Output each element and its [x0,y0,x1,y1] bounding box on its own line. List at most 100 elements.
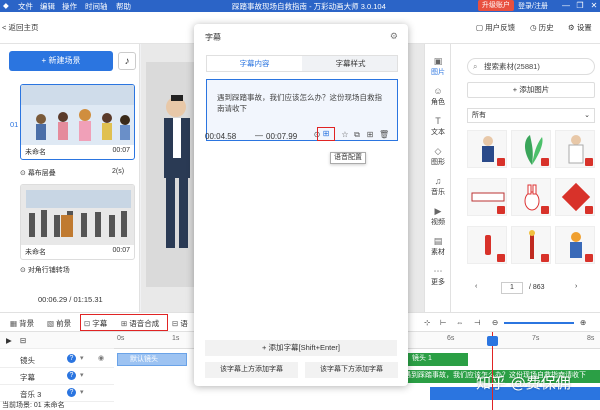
star-icon[interactable]: ☆ [340,130,350,140]
edit-icon[interactable]: ⊹ [424,318,430,327]
asset-tile[interactable] [511,178,551,216]
asset-tile[interactable] [555,130,595,168]
lock-icon[interactable]: ⊟ [20,336,26,345]
delete-icon[interactable]: 🗑 [379,130,389,140]
split-icon[interactable]: ⊢ [440,318,447,327]
insert-icon[interactable]: ⊞ [365,130,375,140]
visibility-icon[interactable]: ◉ [98,354,104,362]
page-input[interactable]: 1 [501,282,523,294]
asset-search-input[interactable]: ⌕ 搜索素材(25881) [467,58,595,75]
marker-icon[interactable]: ⊣ [474,318,481,327]
asset-panel: ⌕ 搜索素材(25881) + 添加图片 所有 ⌄ ‹ 1 / 863 › [450,44,600,312]
close-icon[interactable]: ✕ [588,0,600,12]
copy-icon[interactable]: ⧉ [352,130,362,140]
scene-thumbnail[interactable]: 未命名 00:07 [20,84,135,160]
transition-item[interactable]: ⊙ 幕布层叠 2(s) [20,168,124,178]
menu-file[interactable]: 文件 [18,1,33,12]
move-icon[interactable]: ⇔ [456,318,464,327]
asset-category-bar: ▣ 图片 ☺ 角色 T 文本 ◇ 图形 ♫ 音乐 ▶ 视频 ▤ 素材 ⋯ 更多 [424,44,450,312]
current-time: 00:06.29 [38,295,68,304]
category-characters[interactable]: ☺ 角色 [425,86,451,107]
asset-filter-select[interactable]: 所有 ⌄ [467,108,595,123]
time-separator: — [255,131,263,140]
dropdown-icon[interactable]: ▾ [80,354,84,362]
camera-clip[interactable]: 镜头 1 [408,353,468,366]
tab-subtitle-content[interactable]: 字幕内容 [207,56,302,71]
asset-tile[interactable] [511,130,551,168]
category-video[interactable]: ▶ 视频 [425,206,451,227]
maximize-icon[interactable]: ❐ [574,0,586,12]
asset-tile[interactable] [555,226,595,264]
transition-item[interactable]: ⊙ 对角行铺转场 [20,265,70,275]
track-music[interactable]: 音乐 3 ? ▾ [0,385,114,402]
next-page-icon[interactable]: › [575,283,577,290]
asset-tile[interactable] [467,226,507,264]
category-materials[interactable]: ▤ 素材 [425,236,451,257]
play-icon[interactable]: ▶ [6,336,12,345]
voice-config-button[interactable]: ⊞ [317,127,335,141]
category-music[interactable]: ♫ 音乐 [425,176,451,197]
category-label: 图片 [431,69,445,76]
voice-button[interactable]: ⊟ 语 [172,318,188,329]
menu-timeline[interactable]: 时间轴 [85,1,108,12]
new-scene-button[interactable]: + 新建场景 [9,51,113,71]
help-icon[interactable]: ? [67,371,76,380]
menu-edit[interactable]: 编辑 [40,1,55,12]
subtitle-dialog: 字幕 ⚙ 字幕内容 字幕样式 遇到踩踏事故，我们应该怎么办？这份现场自救指南请收… [194,24,408,386]
asset-tile[interactable] [467,130,507,168]
category-shapes[interactable]: ◇ 图形 [425,146,451,167]
scene-thumbnail[interactable]: 未命名 00:07 [20,184,135,260]
stage-preview[interactable] [146,62,196,287]
highlight-box [80,314,168,331]
category-text[interactable]: T 文本 [425,116,451,137]
tool-label: 语 [180,319,188,328]
music-note-icon[interactable]: ♪ [118,52,136,70]
dialog-title: 字幕 [205,33,221,42]
app-logo-icon[interactable]: ◆ [3,1,9,10]
menu-help[interactable]: 帮助 [116,1,131,12]
zoom-in-icon[interactable]: ⊕ [580,318,586,327]
zoom-slider[interactable] [504,322,574,324]
prev-page-icon[interactable]: ‹ [475,283,477,290]
add-subtitle-button[interactable]: + 添加字幕[Shift+Enter] [205,340,397,356]
title-bar: ◆ 文件 编辑 操作 时间轴 帮助 踩踏事故现场自救指南 - 万彩动画大师 3.… [0,0,600,12]
asset-tile[interactable] [467,178,507,216]
track-camera[interactable]: 镜头 ? ▾ ◉ [0,351,114,368]
subtitle-text-input[interactable]: 遇到踩踏事故，我们应该怎么办？这份现场自救指南请收下 [217,92,389,114]
add-subtitle-below-button[interactable]: 该字幕下方添加字幕 [305,362,398,378]
gear-icon[interactable]: ⚙ [390,31,398,42]
more-icon: ⋯ [433,266,443,276]
category-label: 角色 [431,99,445,106]
asset-tile[interactable] [511,226,551,264]
playhead-handle[interactable] [487,336,498,346]
track-subtitle[interactable]: 字幕 ? ▾ [0,368,114,385]
subtitle-start-time[interactable]: 00:04.58 [205,132,236,141]
asset-tile[interactable] [555,178,595,216]
feedback-button[interactable]: ▢ 用户反馈 [476,22,515,33]
tab-subtitle-style[interactable]: 字幕样式 [303,56,398,71]
foreground-button[interactable]: ▧ 前景 [47,318,71,329]
dropdown-icon[interactable]: ▾ [80,388,84,396]
image-icon: ▣ [433,56,443,66]
camera-clip[interactable]: 默认镜头 [117,353,187,366]
login-link[interactable]: 登录/注册 [518,1,548,11]
settings-button[interactable]: ⚙ 设置 [568,22,592,33]
category-more[interactable]: ⋯ 更多 [425,266,451,287]
help-icon[interactable]: ? [67,354,76,363]
minimize-icon[interactable]: — [560,0,572,12]
add-subtitle-above-button[interactable]: 该字幕上方添加字幕 [205,362,298,378]
history-button[interactable]: ◷ 历史 [530,22,554,33]
help-icon[interactable]: ? [67,388,76,397]
category-images[interactable]: ▣ 图片 [425,56,451,77]
music-icon: ♫ [434,176,442,186]
back-home-link[interactable]: < 返回主页 [2,22,38,33]
menu-operate[interactable]: 操作 [62,1,77,12]
upgrade-button[interactable]: 升级账户 [478,0,514,11]
subtitle-end-time[interactable]: 00:07.99 [266,132,297,141]
background-button[interactable]: ▦ 背景 [10,318,34,329]
voice-icon: ⊟ [172,319,179,328]
zoom-out-icon[interactable]: ⊖ [492,318,498,327]
transition-icon: ⊙ [20,170,28,177]
add-image-button[interactable]: + 添加图片 [467,82,595,98]
dropdown-icon[interactable]: ▾ [80,371,84,379]
